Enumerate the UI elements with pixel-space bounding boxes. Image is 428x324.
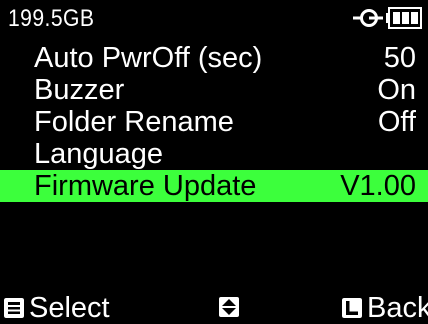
menu-item-label: Buzzer xyxy=(34,74,125,106)
menu-item-folder-rename[interactable]: Folder Rename Off xyxy=(0,106,428,138)
menu-item-buzzer[interactable]: Buzzer On xyxy=(0,74,428,106)
menu-item-auto-poweroff[interactable]: Auto PwrOff (sec) 50 xyxy=(0,42,428,74)
menu-item-value: On xyxy=(377,74,416,106)
menu-item-value: Off xyxy=(377,106,416,138)
l-button-icon xyxy=(342,298,362,318)
menu-item-value: 50 xyxy=(383,42,416,74)
back-hint[interactable]: Back xyxy=(328,292,428,324)
menu-item-firmware-update[interactable]: Firmware Update V1.00 xyxy=(0,170,428,202)
storage-indicator: 199.5GB xyxy=(8,5,95,32)
power-plug-icon xyxy=(353,9,383,27)
select-label: Select xyxy=(29,292,110,324)
menu-item-label: Language xyxy=(34,138,164,170)
back-label: Back xyxy=(367,292,428,324)
menu-item-label: Auto PwrOff (sec) xyxy=(34,42,263,74)
status-bar: 199.5GB xyxy=(0,0,428,36)
menu-button-icon xyxy=(4,298,24,318)
menu-item-label: Folder Rename xyxy=(34,106,234,138)
settings-menu: Auto PwrOff (sec) 50 Buzzer On Folder Re… xyxy=(0,42,428,202)
menu-item-label: Firmware Update xyxy=(34,170,257,202)
button-hint-bar: Select Back xyxy=(0,291,428,324)
menu-item-language[interactable]: Language xyxy=(0,138,428,170)
battery-full-icon xyxy=(386,7,422,29)
menu-item-value: V1.00 xyxy=(340,170,416,202)
up-down-arrows-icon xyxy=(219,297,239,317)
device-screen: 199.5GB Auto PwrOff (sec) 50 Buzzer On F… xyxy=(0,0,428,324)
